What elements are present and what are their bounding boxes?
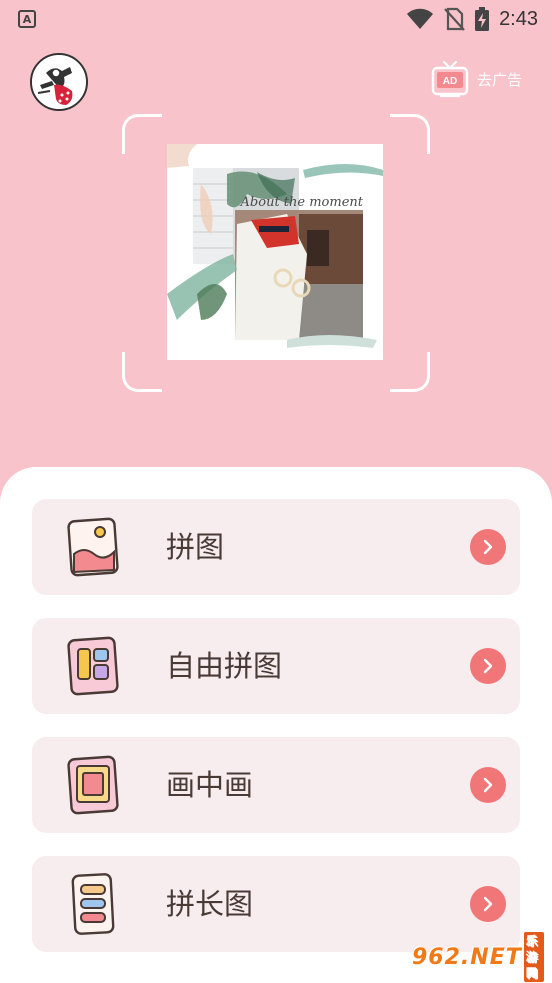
battery-charging-icon	[475, 7, 490, 31]
menu-item-free-collage-label: 自由拼图	[166, 649, 283, 683]
free-layout-icon	[67, 636, 119, 696]
menu-item-collage-label: 拼图	[166, 530, 225, 564]
status-right: 2:43	[407, 7, 538, 31]
watermark-brand: 962.NET	[412, 944, 522, 970]
wifi-icon	[407, 8, 434, 29]
site-watermark: 962.NET 乐游网	[412, 932, 544, 982]
menu-item-long-image-label: 拼长图	[166, 887, 254, 921]
chevron-right-icon	[483, 777, 493, 793]
menu-item-long-image-arrow[interactable]	[470, 886, 506, 922]
preview-script-caption: About the moment	[240, 195, 364, 210]
frame-corner-bottom-right	[390, 352, 430, 392]
menu-item-picture-in-picture-label: 画中画	[166, 768, 254, 802]
notification-icon: A	[18, 10, 36, 28]
chevron-right-icon	[483, 896, 493, 912]
status-bar: A 2:43	[0, 0, 552, 38]
long-image-icon	[71, 873, 115, 935]
menu-item-picture-in-picture[interactable]: 画中画	[32, 737, 520, 833]
menu-item-free-collage[interactable]: 自由拼图	[32, 618, 520, 714]
collage-preview-image[interactable]: About the moment	[167, 144, 383, 360]
frame-corner-top-left	[122, 114, 162, 154]
status-time: 2:43	[499, 7, 538, 30]
menu-item-free-collage-arrow[interactable]	[470, 648, 506, 684]
collage-artwork: About the moment	[167, 144, 383, 360]
frame-corner-top-right	[390, 114, 430, 154]
remove-ads-button[interactable]: AD 去广告	[431, 60, 522, 98]
feature-panel: 拼图 自由拼图 画中画 拼长图	[0, 467, 552, 983]
menu-item-long-image[interactable]: 拼长图	[32, 856, 520, 952]
frame-corner-bottom-left	[122, 352, 162, 392]
chevron-right-icon	[483, 658, 493, 674]
tv-ad-icon: AD	[431, 60, 469, 98]
ad-badge-text: AD	[443, 76, 457, 87]
picture-in-picture-icon	[67, 755, 119, 815]
avatar-illustration	[32, 55, 86, 109]
photo-puzzle-icon	[67, 517, 119, 577]
status-left: A	[18, 10, 36, 28]
menu-item-collage-arrow[interactable]	[470, 529, 506, 565]
watermark-sub: 乐游网	[523, 932, 544, 982]
menu-item-collage[interactable]: 拼图	[32, 499, 520, 595]
remove-ads-label: 去广告	[476, 70, 522, 89]
chevron-right-icon	[483, 539, 493, 555]
menu-item-picture-in-picture-arrow[interactable]	[470, 767, 506, 803]
avatar[interactable]	[30, 53, 88, 111]
no-sim-icon	[444, 7, 465, 31]
